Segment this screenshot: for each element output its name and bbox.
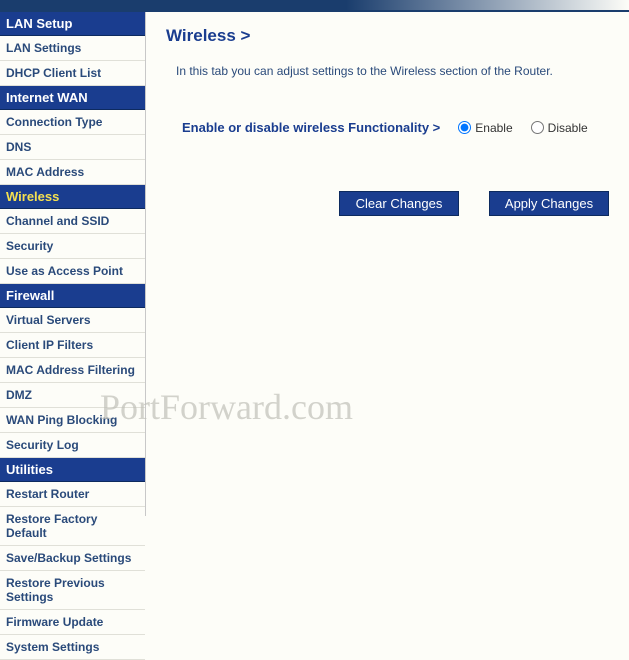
breadcrumb: Wireless > xyxy=(166,26,609,46)
sidebar-item-dns[interactable]: DNS xyxy=(0,135,145,160)
sidebar-item-lan-settings[interactable]: LAN Settings xyxy=(0,36,145,61)
sidebar-section-utilities[interactable]: Utilities xyxy=(0,458,145,482)
sidebar-item-save-backup-settings[interactable]: Save/Backup Settings xyxy=(0,546,145,571)
sidebar-section-wireless[interactable]: Wireless xyxy=(0,185,145,209)
wireless-disable-radio[interactable] xyxy=(531,121,544,134)
sidebar-section-internet-wan[interactable]: Internet WAN xyxy=(0,86,145,110)
wireless-disable-text: Disable xyxy=(548,121,588,135)
wireless-enable-label: Enable or disable wireless Functionality… xyxy=(182,120,440,135)
sidebar-item-channel-ssid[interactable]: Channel and SSID xyxy=(0,209,145,234)
sidebar-item-dmz[interactable]: DMZ xyxy=(0,383,145,408)
sidebar-item-client-ip-filters[interactable]: Client IP Filters xyxy=(0,333,145,358)
sidebar-section-lan-setup[interactable]: LAN Setup xyxy=(0,12,145,36)
apply-changes-button[interactable]: Apply Changes xyxy=(489,191,609,216)
sidebar-item-restore-previous-settings[interactable]: Restore Previous Settings xyxy=(0,571,145,610)
sidebar-item-connection-type[interactable]: Connection Type xyxy=(0,110,145,135)
sidebar-item-security-log[interactable]: Security Log xyxy=(0,433,145,458)
main-content: Wireless > In this tab you can adjust se… xyxy=(146,12,629,516)
wireless-radio-group: Enable Disable xyxy=(458,121,587,135)
wireless-enable-row: Enable or disable wireless Functionality… xyxy=(166,120,609,135)
wireless-enable-text: Enable xyxy=(475,121,512,135)
clear-changes-button[interactable]: Clear Changes xyxy=(339,191,459,216)
sidebar-item-mac-address-filtering[interactable]: MAC Address Filtering xyxy=(0,358,145,383)
wireless-enable-radio[interactable] xyxy=(458,121,471,134)
page-description: In this tab you can adjust settings to t… xyxy=(166,64,609,78)
sidebar: LAN Setup LAN Settings DHCP Client List … xyxy=(0,12,146,516)
button-row: Clear Changes Apply Changes xyxy=(166,191,609,216)
sidebar-section-wireless-label: Wireless xyxy=(6,189,59,204)
sidebar-item-restart-router[interactable]: Restart Router xyxy=(0,482,145,507)
sidebar-item-firmware-update[interactable]: Firmware Update xyxy=(0,610,145,635)
top-stripe xyxy=(0,0,629,12)
sidebar-item-wan-ping-blocking[interactable]: WAN Ping Blocking xyxy=(0,408,145,433)
sidebar-item-virtual-servers[interactable]: Virtual Servers xyxy=(0,308,145,333)
wireless-disable-option[interactable]: Disable xyxy=(531,121,588,135)
sidebar-item-use-as-access-point[interactable]: Use as Access Point xyxy=(0,259,145,284)
sidebar-item-security[interactable]: Security xyxy=(0,234,145,259)
sidebar-item-system-settings[interactable]: System Settings xyxy=(0,635,145,660)
sidebar-item-dhcp-client-list[interactable]: DHCP Client List xyxy=(0,61,145,86)
sidebar-section-firewall[interactable]: Firewall xyxy=(0,284,145,308)
sidebar-item-mac-address[interactable]: MAC Address xyxy=(0,160,145,185)
sidebar-item-restore-factory-default[interactable]: Restore Factory Default xyxy=(0,507,145,546)
wireless-enable-option[interactable]: Enable xyxy=(458,121,512,135)
